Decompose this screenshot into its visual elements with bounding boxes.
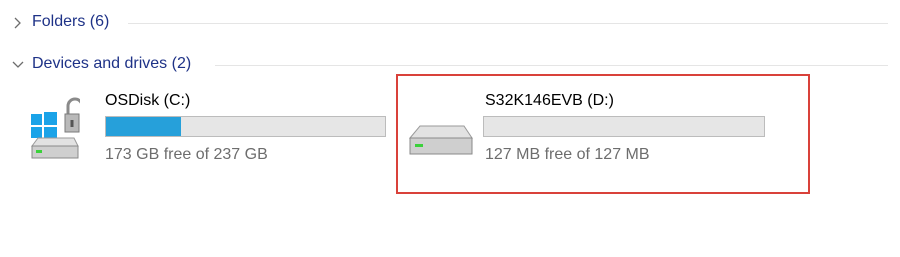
group-label-devices-and-drives[interactable]: Devices and drives (2) — [32, 55, 191, 73]
group-header-folders[interactable]: Folders (6) — [0, 11, 900, 35]
drive-free-space: 173 GB free of 237 GB — [105, 146, 268, 163]
selection-highlight — [396, 74, 810, 194]
group-divider — [128, 23, 888, 24]
group-label-folders[interactable]: Folders (6) — [32, 13, 109, 31]
drive-item-osdisk[interactable]: OSDisk (C:) 173 GB free of 237 GB — [0, 88, 390, 178]
drive-name: OSDisk (C:) — [105, 92, 191, 109]
file-explorer-this-pc-view: Folders (6) Devices and drives (2) OSDis… — [0, 0, 900, 257]
chevron-right-icon[interactable] — [12, 17, 24, 29]
chevron-down-icon[interactable] — [12, 59, 24, 71]
windows-system-drive-lock-icon — [28, 94, 84, 162]
drive-usage-bar — [105, 116, 386, 137]
drive-usage-fill — [106, 117, 182, 136]
group-divider — [215, 65, 888, 66]
